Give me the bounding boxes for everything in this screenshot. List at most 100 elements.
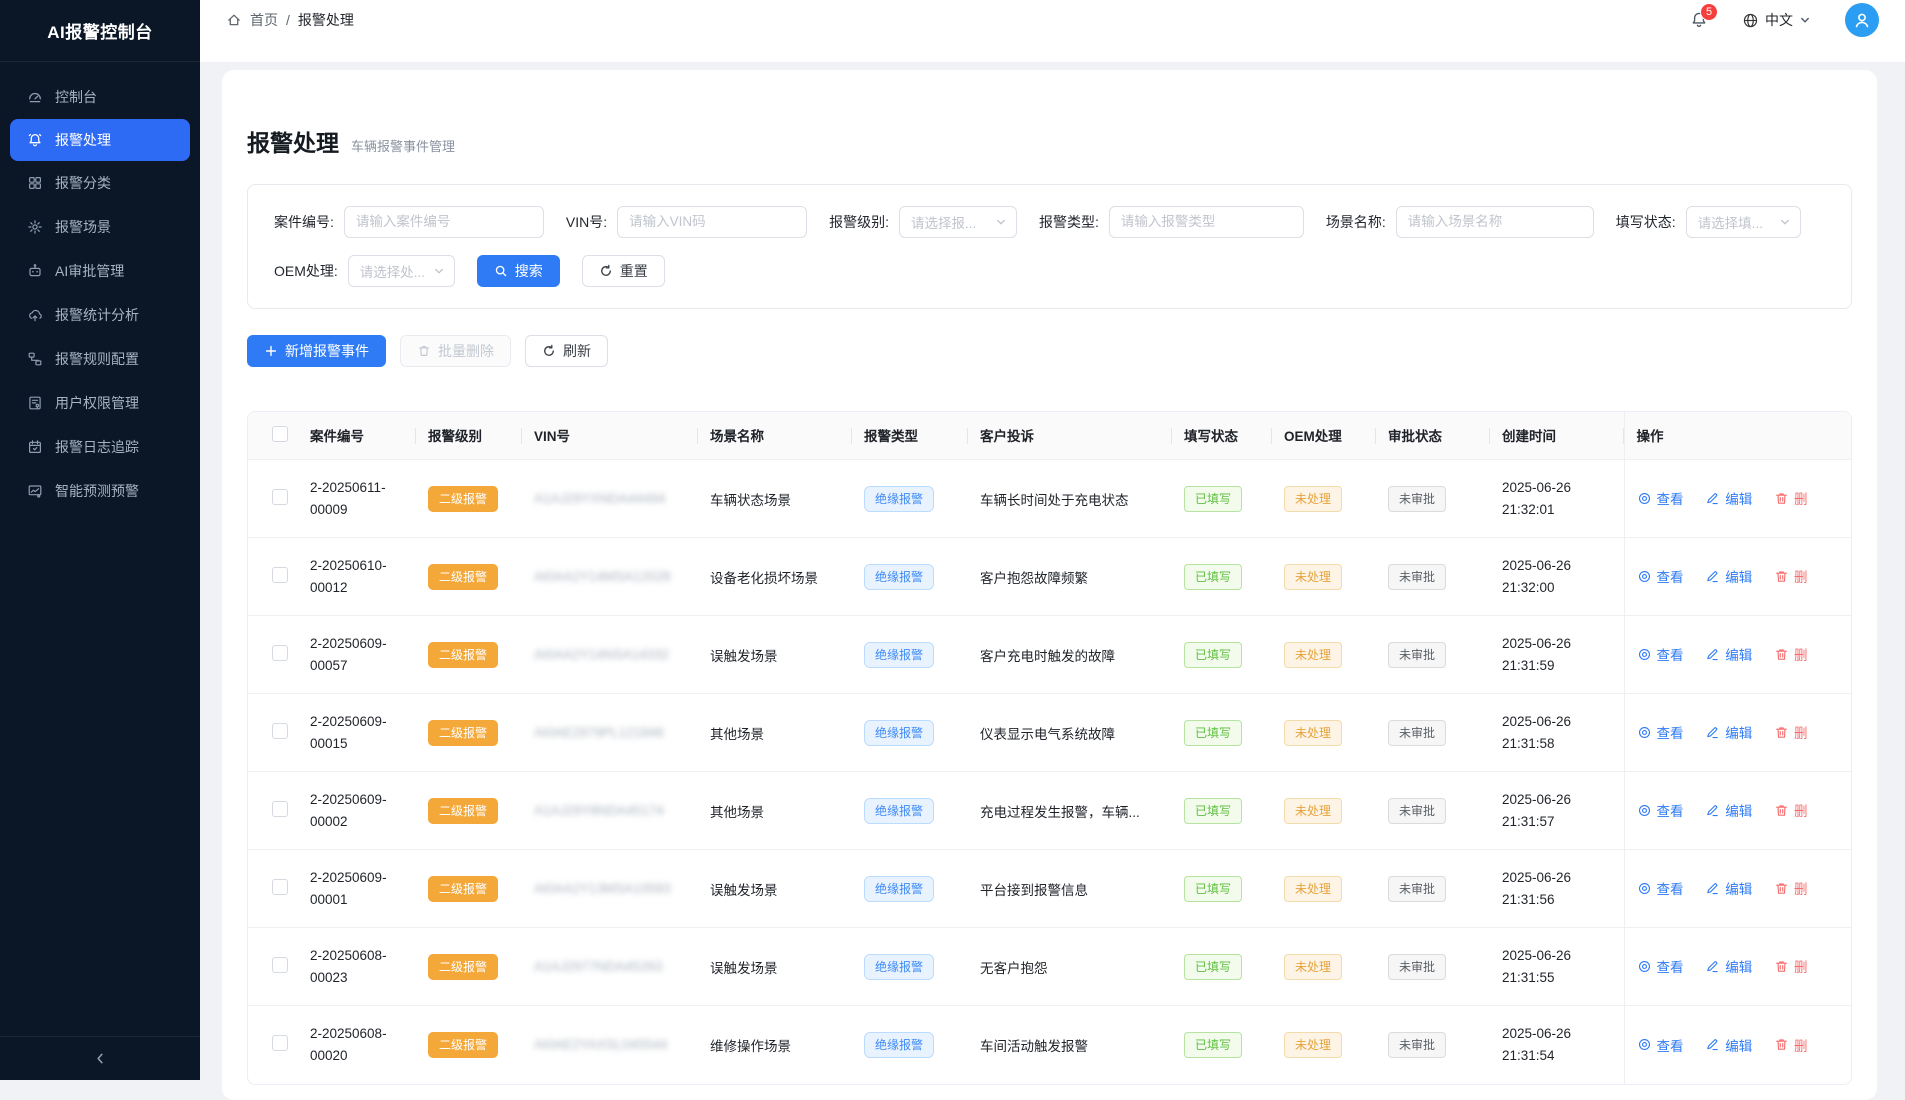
trash-icon [1774, 803, 1789, 818]
sidebar-item-alarm-log-trace[interactable]: 报警日志追踪 [0, 425, 200, 469]
row-checkbox[interactable] [272, 723, 288, 739]
filter-label: 场景名称: [1326, 212, 1386, 232]
delete-action[interactable]: 删除 [1774, 878, 1807, 898]
sidebar-item-smart-prediction[interactable]: 智能预测预警 [0, 469, 200, 513]
reset-button[interactable]: 重置 [582, 255, 665, 287]
filter-vin: VIN号: [566, 206, 807, 238]
filter-row-2: OEM处理: 请选择处... 搜索 重置 [274, 255, 1825, 287]
row-checkbox[interactable] [272, 1035, 288, 1051]
sidebar-item-alarm-handling[interactable]: 报警处理 [10, 119, 190, 161]
view-action[interactable]: 查看 [1637, 878, 1684, 898]
sidebar-collapse-button[interactable] [0, 1036, 200, 1080]
chevron-down-icon [1779, 216, 1791, 228]
sidebar-item-user-permission[interactable]: 用户权限管理 [0, 381, 200, 425]
alarm-level-badge: 二级报警 [428, 720, 498, 746]
view-action[interactable]: 查看 [1637, 800, 1684, 820]
trash-icon [1774, 881, 1789, 896]
sidebar-item-alarm-rule-config[interactable]: 报警规则配置 [0, 337, 200, 381]
delete-action[interactable]: 删除 [1774, 800, 1807, 820]
delete-action[interactable]: 删除 [1774, 488, 1807, 508]
fill-status-badge: 已填写 [1184, 720, 1242, 746]
sidebar-item-label: 报警处理 [55, 130, 111, 150]
fill-status-badge: 已填写 [1184, 486, 1242, 512]
view-action[interactable]: 查看 [1637, 566, 1684, 586]
page-title: 报警处理 [247, 130, 339, 158]
breadcrumb-current: 报警处理 [298, 10, 354, 30]
filter-scene-name: 场景名称: [1326, 206, 1594, 238]
delete-action[interactable]: 删除 [1774, 566, 1807, 586]
oem-select[interactable]: 请选择处... [348, 255, 455, 287]
sidebar-item-console[interactable]: 控制台 [0, 75, 200, 119]
row-checkbox[interactable] [272, 957, 288, 973]
refresh-button[interactable]: 刷新 [525, 335, 608, 367]
delete-action[interactable]: 删除 [1774, 722, 1807, 742]
user-avatar[interactable] [1845, 3, 1879, 37]
edit-action[interactable]: 编辑 [1705, 644, 1752, 664]
alarm-type-input[interactable] [1109, 206, 1304, 238]
notification-bell-button[interactable]: 5 [1690, 11, 1708, 29]
batch-delete-button[interactable]: 批量删除 [400, 335, 511, 367]
sidebar: AI报警控制台 控制台 报警处理 报警分类 报警场景 AI审批管理 报警统计分析… [0, 0, 200, 1080]
fill-status-badge: 已填写 [1184, 798, 1242, 824]
row-checkbox[interactable] [272, 801, 288, 817]
edit-action[interactable]: 编辑 [1705, 878, 1752, 898]
app-logo: AI报警控制台 [0, 0, 200, 62]
scene-name-input[interactable] [1396, 206, 1594, 238]
scene-name: 误触发场景 [710, 883, 778, 898]
edit-pencil-icon [1705, 1037, 1720, 1052]
approval-status-badge: 未审批 [1388, 798, 1446, 824]
sidebar-item-alarm-category[interactable]: 报警分类 [0, 161, 200, 205]
edit-action[interactable]: 编辑 [1705, 956, 1752, 976]
customer-complaint: 车间活动触发报警 [980, 1035, 1160, 1055]
edit-action[interactable]: 编辑 [1705, 1035, 1752, 1055]
table-row: 2-20250609-00057 二级报警 AI0AA2Y14NSA14332 … [248, 616, 1852, 694]
row-checkbox[interactable] [272, 567, 288, 583]
alarm-level-select[interactable]: 请选择报... [899, 206, 1017, 238]
column-header: 客户投诉 [968, 412, 1172, 460]
sidebar-item-alarm-statistics[interactable]: 报警统计分析 [0, 293, 200, 337]
filter-label: 报警级别: [829, 212, 889, 232]
fill-status-badge: 已填写 [1184, 954, 1242, 980]
oem-status-badge: 未处理 [1284, 720, 1342, 746]
view-action[interactable]: 查看 [1637, 488, 1684, 508]
row-checkbox[interactable] [272, 489, 288, 505]
row-checkbox[interactable] [272, 879, 288, 895]
delete-action[interactable]: 删除 [1774, 644, 1807, 664]
sidebar-item-label: 报警日志追踪 [55, 437, 139, 457]
vin-value: AI0AE2YAXSL045544 [534, 1037, 667, 1052]
view-action[interactable]: 查看 [1637, 644, 1684, 664]
delete-action[interactable]: 删除 [1774, 1035, 1807, 1055]
fill-status-select[interactable]: 请选择填... [1686, 206, 1801, 238]
trash-icon [1774, 725, 1789, 740]
alarm-bell-icon [27, 132, 43, 148]
add-alarm-event-button[interactable]: 新增报警事件 [247, 335, 386, 367]
approval-status-badge: 未审批 [1388, 642, 1446, 668]
sidebar-menu: 控制台 报警处理 报警分类 报警场景 AI审批管理 报警统计分析 报警规则配置 … [0, 62, 200, 526]
case-number-input[interactable] [344, 206, 544, 238]
sidebar-item-ai-approval[interactable]: AI审批管理 [0, 249, 200, 293]
view-action[interactable]: 查看 [1637, 722, 1684, 742]
select-all-checkbox[interactable] [272, 426, 288, 442]
language-switcher[interactable]: 中文 [1742, 10, 1811, 30]
view-action[interactable]: 查看 [1637, 956, 1684, 976]
oem-status-badge: 未处理 [1284, 642, 1342, 668]
edit-action[interactable]: 编辑 [1705, 722, 1752, 742]
alarm-level-badge: 二级报警 [428, 564, 498, 590]
chevron-down-icon [1799, 14, 1811, 26]
edit-action[interactable]: 编辑 [1705, 488, 1752, 508]
notification-count-badge: 5 [1701, 4, 1717, 20]
breadcrumb-home[interactable]: 首页 [250, 10, 278, 30]
alarm-level-badge: 二级报警 [428, 798, 498, 824]
edit-action[interactable]: 编辑 [1705, 800, 1752, 820]
row-checkbox[interactable] [272, 645, 288, 661]
vin-input[interactable] [617, 206, 807, 238]
created-time: 2025-06-2621:31:59 [1502, 633, 1612, 677]
case-number: 2-20250609-00002 [310, 789, 404, 833]
sidebar-item-label: 控制台 [55, 87, 97, 107]
view-action[interactable]: 查看 [1637, 1035, 1684, 1055]
delete-action[interactable]: 删除 [1774, 956, 1807, 976]
edit-action[interactable]: 编辑 [1705, 566, 1752, 586]
customer-complaint: 仪表显示电气系统故障 [980, 723, 1160, 743]
search-button[interactable]: 搜索 [477, 255, 560, 287]
sidebar-item-alarm-scene[interactable]: 报警场景 [0, 205, 200, 249]
